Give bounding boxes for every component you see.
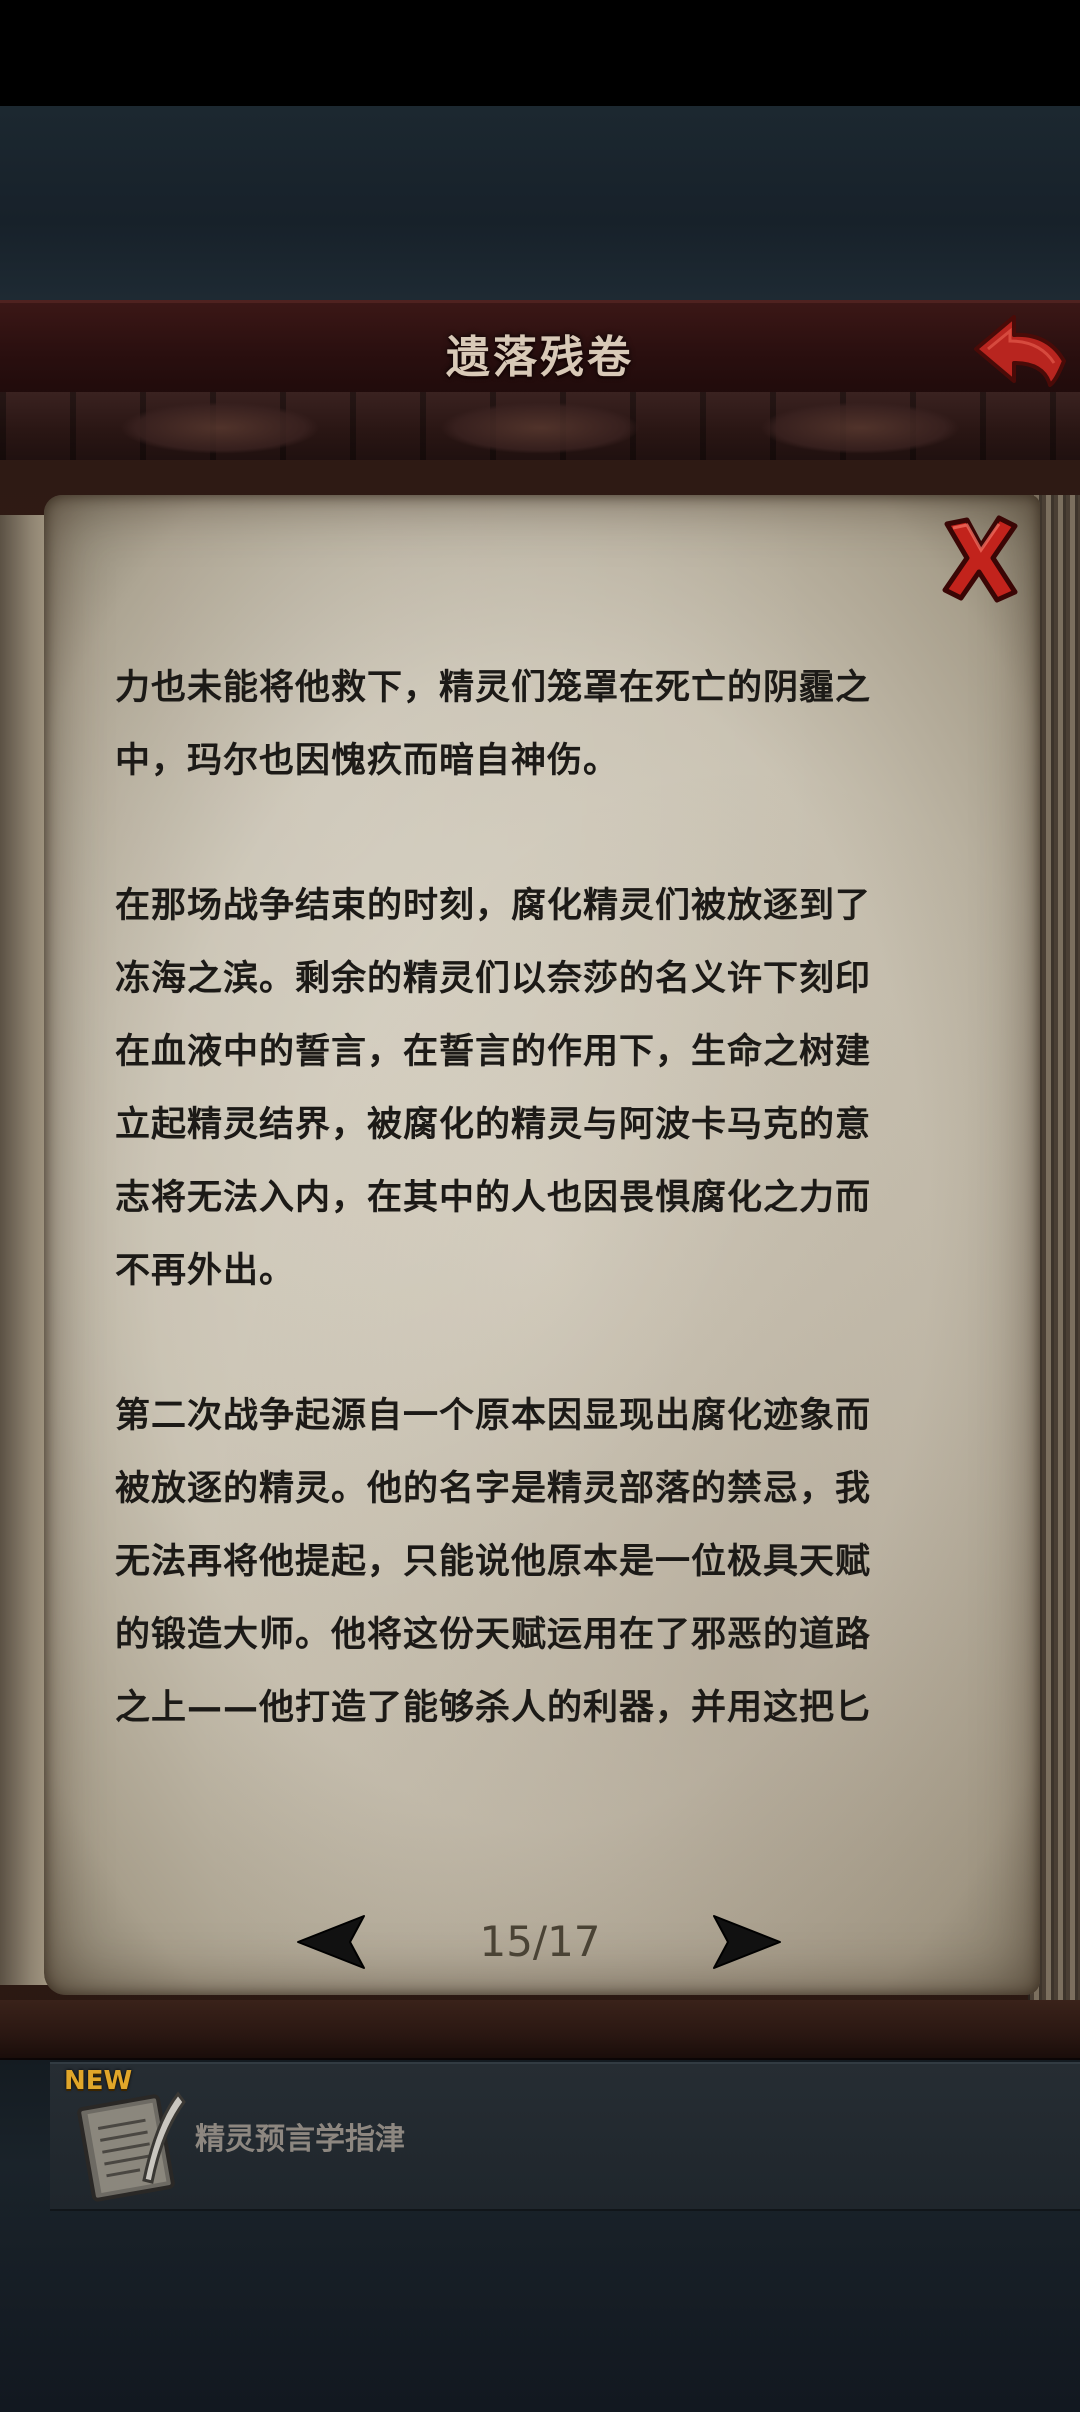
- paragraph: 力也未能将他救下，精灵们笼罩在死亡的阴霾之 中，玛尔也因愧疚而暗自神伤。: [115, 652, 955, 798]
- text-line: 第二次战争起源自一个原本因显现出腐化迹象而: [115, 1396, 872, 1436]
- left-arrow-icon: [297, 1915, 365, 1969]
- text-line: 不再外出。: [115, 1251, 296, 1291]
- text-line: 之上——他打造了能够杀人的利器，并用这把匕: [115, 1688, 872, 1728]
- close-button[interactable]: [937, 512, 1021, 604]
- shelf-ornament: [120, 402, 320, 454]
- new-scroll-entry[interactable]: NEW 精灵预言学指津: [50, 2062, 1080, 2211]
- next-page-button[interactable]: [710, 1912, 784, 1972]
- text-line: 立起精灵结界，被腐化的精灵与阿波卡马克的意: [115, 1105, 872, 1145]
- story-text: 力也未能将他救下，精灵们笼罩在死亡的阴霾之 中，玛尔也因愧疚而暗自神伤。 在那场…: [115, 652, 955, 1745]
- header-bar: 遗落残卷: [0, 300, 1080, 398]
- text-line: 无法再将他提起，只能说他原本是一位极具天赋: [115, 1542, 872, 1582]
- shelf-ornament: [760, 402, 960, 454]
- shelf-ornament: [440, 402, 640, 454]
- back-arrow-icon: [974, 315, 1066, 387]
- page-indicator: 15/17: [479, 1917, 601, 1966]
- text-line: 力也未能将他救下，精灵们笼罩在死亡的阴霾之: [115, 668, 872, 708]
- background-band: [0, 106, 1080, 300]
- paragraph: 第二次战争起源自一个原本因显现出腐化迹象而 被放逐的精灵。他的名字是精灵部落的禁…: [115, 1380, 955, 1745]
- new-badge: NEW: [64, 2066, 133, 2096]
- text-line: 志将无法入内，在其中的人也因畏惧腐化之力而: [115, 1178, 872, 1218]
- page-title: 遗落残卷: [446, 332, 634, 383]
- text-line: 在那场战争结束的时刻，腐化精灵们被放逐到了: [115, 886, 872, 926]
- prev-page-button[interactable]: [294, 1912, 368, 1972]
- text-line: 的锻造大师。他将这份天赋运用在了邪恶的道路: [115, 1615, 872, 1655]
- text-line: 被放逐的精灵。他的名字是精灵部落的禁忌，我: [115, 1469, 872, 1509]
- text-line: 在血液中的誓言，在誓言的作用下，生命之树建: [115, 1032, 872, 1072]
- new-item-label: 精灵预言学指津: [195, 2122, 405, 2157]
- back-button[interactable]: [970, 311, 1070, 389]
- book-bottom-edge: [0, 2000, 1080, 2061]
- scroll-quill-icon: NEW: [64, 2066, 196, 2202]
- close-x-icon: [942, 515, 1018, 603]
- right-arrow-icon: [713, 1915, 781, 1969]
- text-line: 中，玛尔也因愧疚而暗自神伤。: [115, 741, 620, 781]
- text-line: 冻海之滨。剩余的精灵们以奈莎的名义许下刻印: [115, 959, 872, 999]
- status-bar-area: [0, 0, 1080, 106]
- paragraph: 在那场战争结束的时刻，腐化精灵们被放逐到了 冻海之滨。剩余的精灵们以奈莎的名义许…: [115, 870, 955, 1308]
